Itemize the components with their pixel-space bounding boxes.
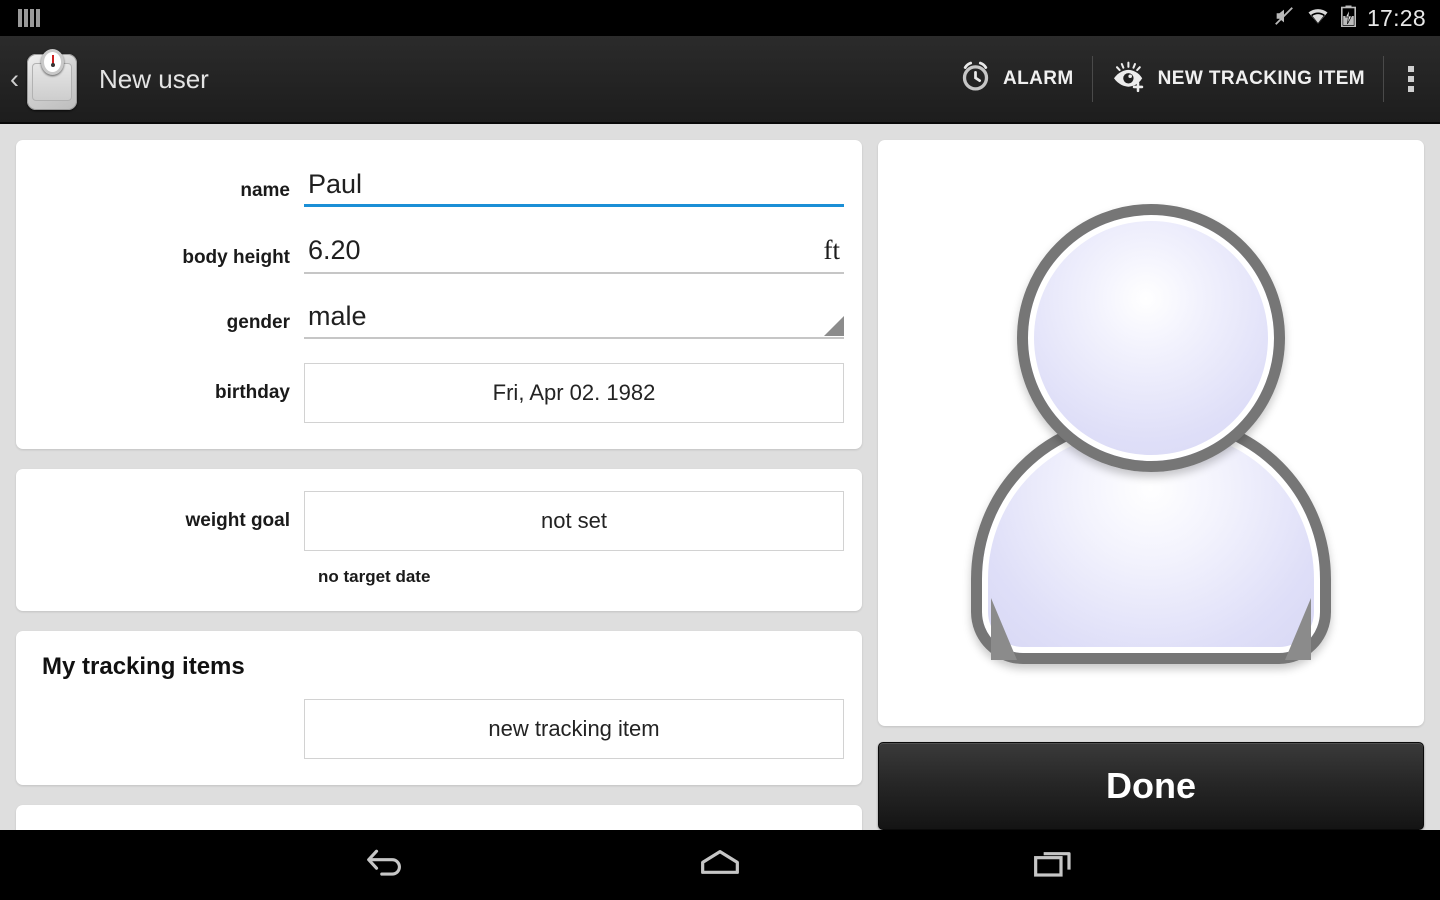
system-navigation-bar (0, 830, 1440, 900)
eye-plus-icon (1111, 60, 1147, 99)
body-height-label: body height (182, 247, 290, 269)
avatar-card[interactable] (878, 140, 1424, 727)
action-new-tracking-item-label: NEW TRACKING ITEM (1157, 68, 1365, 89)
birthday-button[interactable]: Fri, Apr 02. 1982 (304, 362, 844, 423)
avatar-column: Done (878, 140, 1424, 830)
gender-row: gender male (16, 300, 862, 339)
android-screen: 17:28 ‹ New user ALARM NEW TRACKING ITEM… (0, 0, 1440, 900)
up-navigation-caret-icon[interactable]: ‹ (0, 65, 21, 93)
gender-label: gender (226, 311, 290, 333)
tracking-items-card: My tracking items new tracking item (16, 630, 862, 785)
personal-info-card: name Paul body height 6.20 ft gender mal… (16, 140, 862, 449)
default-user-avatar-icon (951, 198, 1351, 668)
status-bar-left (18, 9, 40, 27)
status-bar-right: 17:28 (1273, 5, 1426, 32)
birthday-label: birthday (215, 382, 290, 404)
form-column: name Paul body height 6.20 ft gender mal… (16, 140, 862, 900)
back-button[interactable] (327, 846, 447, 885)
gender-spinner[interactable]: male (304, 300, 844, 339)
done-button[interactable]: Done (878, 742, 1424, 830)
name-label: name (240, 180, 290, 202)
new-tracking-item-row: new tracking item (16, 698, 862, 759)
target-date-label: no target date (318, 566, 431, 586)
notification-bars-icon (18, 9, 40, 27)
weight-goal-row: weight goal not set (16, 490, 862, 551)
status-bar: 17:28 (0, 0, 1440, 36)
weight-goal-card: weight goal not set no target date (16, 468, 862, 611)
name-row: name Paul (16, 168, 862, 208)
action-alarm[interactable]: ALARM (941, 50, 1092, 108)
tracking-items-title: My tracking items (42, 652, 245, 680)
page-title: New user (99, 63, 209, 94)
content-area: name Paul body height 6.20 ft gender mal… (0, 126, 1440, 900)
new-tracking-item-button[interactable]: new tracking item (304, 698, 844, 759)
status-bar-clock: 17:28 (1366, 4, 1426, 31)
name-value: Paul (308, 169, 363, 199)
recent-apps-icon (1031, 847, 1075, 884)
action-bar-actions: ALARM NEW TRACKING ITEM (941, 50, 1440, 108)
body-height-value: 6.20 (308, 235, 361, 266)
action-alarm-label: ALARM (1003, 68, 1074, 89)
recent-apps-button[interactable] (993, 847, 1113, 884)
alarm-clock-icon (959, 60, 992, 99)
bathroom-scale-icon[interactable] (23, 46, 81, 112)
gender-value: male (308, 301, 367, 332)
home-button[interactable] (660, 847, 780, 884)
weight-goal-button[interactable]: not set (304, 490, 844, 551)
birthday-row: birthday Fri, Apr 02. 1982 (16, 362, 862, 423)
body-height-input[interactable]: 6.20 ft (304, 233, 844, 275)
home-icon (698, 847, 742, 884)
battery-charging-icon (1340, 5, 1356, 32)
chevron-down-icon (824, 315, 844, 336)
name-input[interactable]: Paul (304, 168, 844, 208)
body-height-unit: ft (823, 235, 841, 266)
action-new-tracking-item[interactable]: NEW TRACKING ITEM (1093, 50, 1383, 108)
wifi-icon (1306, 6, 1330, 31)
sound-muted-icon (1273, 5, 1295, 32)
body-height-row: body height 6.20 ft (16, 233, 862, 275)
weight-goal-label: weight goal (185, 510, 291, 532)
back-arrow-icon (364, 846, 410, 885)
action-bar: ‹ New user ALARM NEW TRACKING ITEM (0, 36, 1440, 124)
overflow-menu-icon[interactable] (1384, 50, 1440, 108)
